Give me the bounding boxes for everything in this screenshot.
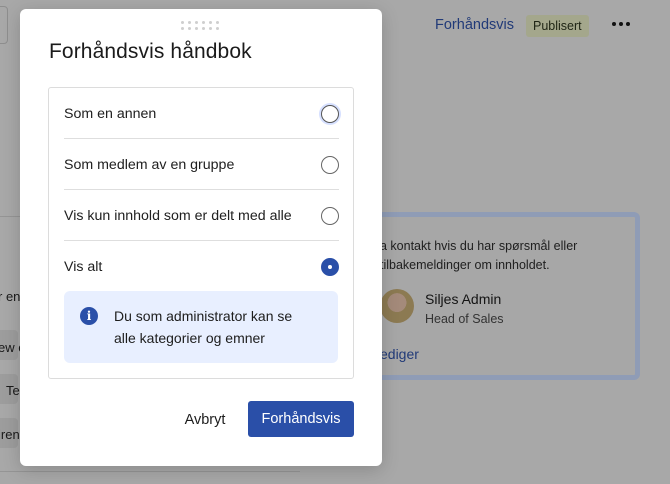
info-icon: i xyxy=(80,307,98,325)
contact-card: a kontakt hvis du har spørsmål eller til… xyxy=(360,212,640,380)
status-badge: Publisert xyxy=(526,15,589,37)
contact-card-text: a kontakt hvis du har spørsmål eller til… xyxy=(380,239,578,272)
info-callout: i Du som administrator kan se alle kateg… xyxy=(64,291,338,363)
option-label: Vis alt xyxy=(64,258,103,275)
option-label: Som en annen xyxy=(64,105,157,122)
avatar xyxy=(380,289,414,323)
background-text-fragment: r en xyxy=(0,289,21,304)
contact-name: Siljes Admin xyxy=(425,291,502,307)
background-text-fragment: Te xyxy=(6,383,20,398)
radio-button[interactable] xyxy=(321,206,339,225)
radio-button[interactable] xyxy=(321,155,339,174)
option-label: Som medlem av en gruppe xyxy=(64,156,235,173)
preview-handbook-dialog: Forhåndsvis håndbok Som en annen Som med… xyxy=(20,9,382,466)
background-text-fragment: iren xyxy=(0,427,20,442)
option-label: Vis kun innhold som er delt med alle xyxy=(64,207,292,224)
option-as-group-member[interactable]: Som medlem av en gruppe xyxy=(64,139,339,190)
more-horizontal-icon xyxy=(612,22,630,26)
divider xyxy=(0,216,20,217)
drag-handle-icon[interactable] xyxy=(181,21,220,30)
preview-options-group: Som en annen Som medlem av en gruppe Vis… xyxy=(48,87,354,379)
preview-link: Forhåndsvis xyxy=(435,17,514,33)
background-input-box xyxy=(0,6,8,44)
radio-button-selected[interactable] xyxy=(321,257,339,276)
info-text: Du som administrator kan se alle kategor… xyxy=(114,308,293,346)
cancel-button[interactable]: Avbryt xyxy=(170,403,240,437)
option-shared-with-all[interactable]: Vis kun innhold som er delt med alle xyxy=(64,190,339,241)
option-show-all[interactable]: Vis alt xyxy=(64,241,339,292)
radio-button[interactable] xyxy=(321,104,339,123)
preview-button[interactable]: Forhåndsvis xyxy=(248,401,354,437)
contact-title: Head of Sales xyxy=(425,312,504,326)
option-as-another-user[interactable]: Som en annen xyxy=(64,88,339,139)
dialog-title: Forhåndsvis håndbok xyxy=(49,40,252,63)
divider xyxy=(0,471,300,472)
edit-link: ediger xyxy=(380,346,419,362)
